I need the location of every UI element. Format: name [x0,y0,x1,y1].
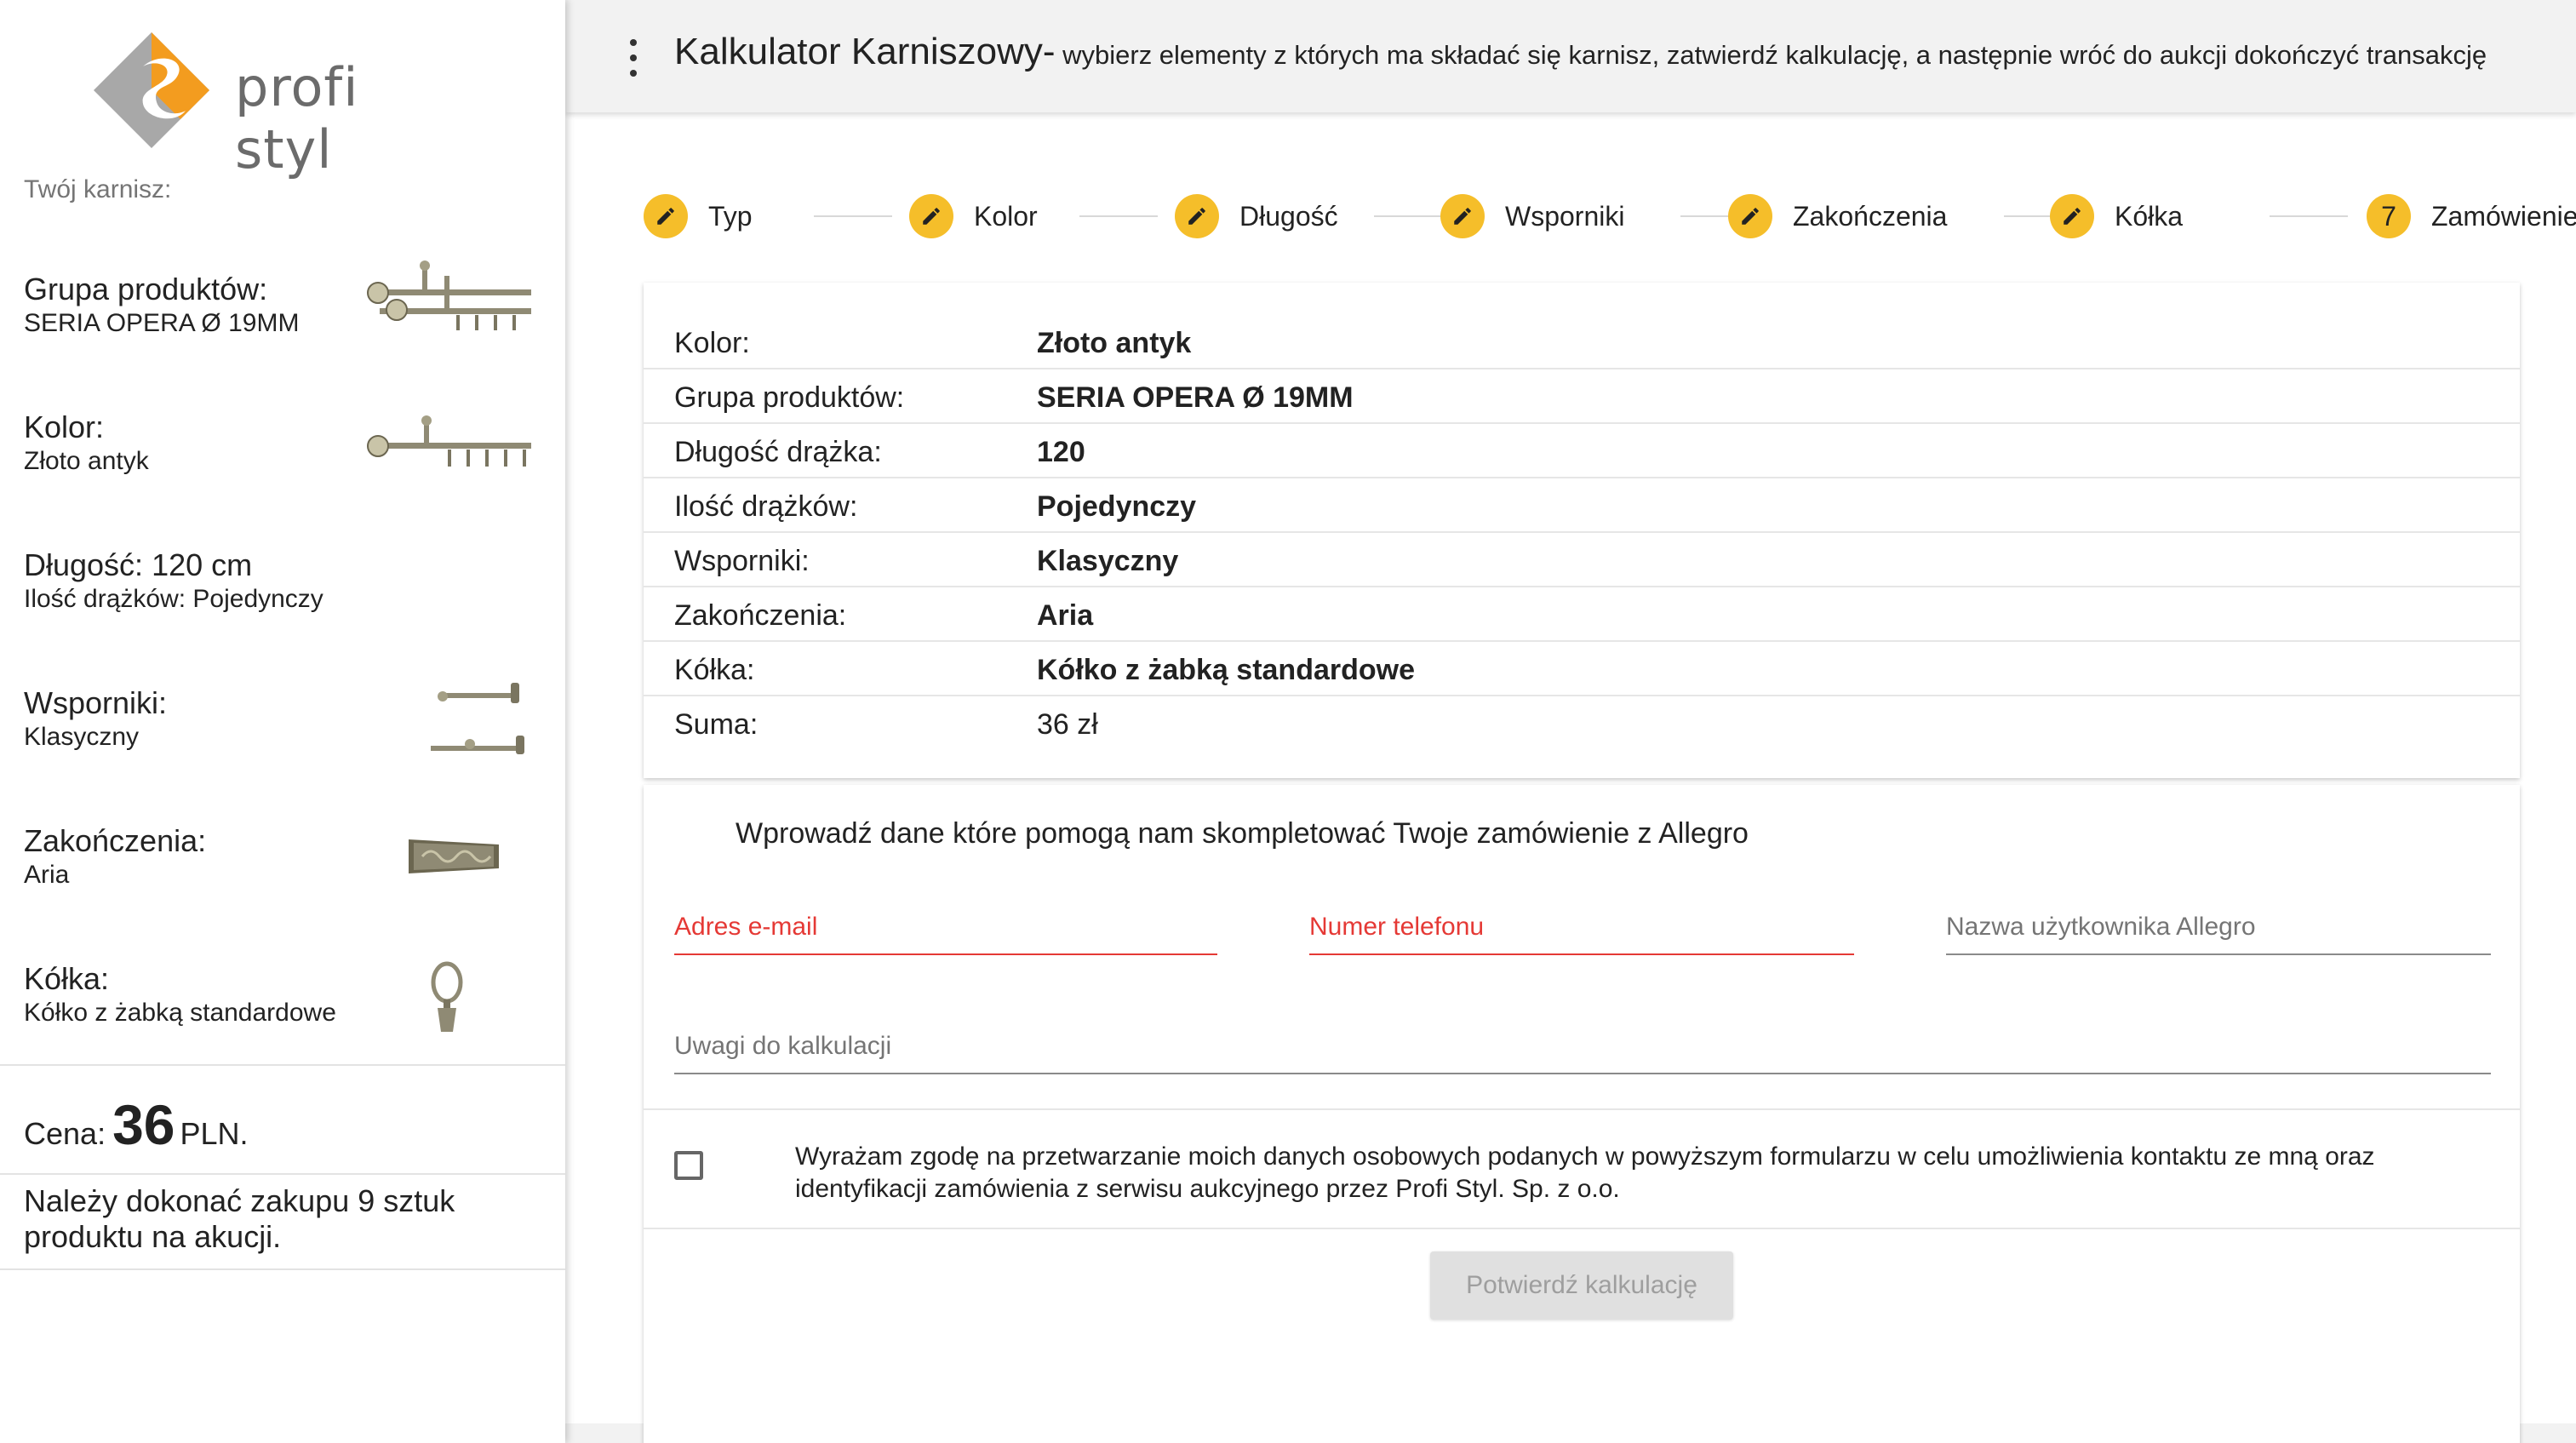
rod-single-thumbnail [367,415,531,467]
field-underline [1309,953,1854,955]
main-content: Typ Kolor Długość Wsporniki Zakończenia [565,112,2576,1443]
summary-value: Aria [1037,599,1094,632]
summary-key: Długość drążka: [674,436,882,468]
summary-row: Kolor: Złoto antyk [644,315,2520,369]
summary-row: Zakończenia: Aria [644,587,2520,642]
step-label: Kółka [2115,200,2184,232]
summary-value: Kółko z żabką standardowe [1037,654,1415,686]
summary-key: Zakończenia: [674,599,847,632]
ring-thumbnail [431,961,463,1032]
sidebar: profi styl Twój karnisz: Grupa produktów… [0,0,565,1443]
pencil-icon [1728,194,1772,238]
brand-name: profi styl [235,56,359,180]
sidebar-divider [0,1268,565,1270]
page-title-main: Kalkulator Karniszowy- [674,31,1056,72]
step-color[interactable]: Kolor [909,191,1038,242]
confirm-calculation-button[interactable]: Potwierdź kalkulację [1430,1251,1733,1320]
step-connector [2270,215,2348,217]
divider [644,1108,2520,1110]
summary-row: Wsporniki: Klasyczny [644,533,2520,587]
field-underline [674,1073,2491,1074]
step-connector [814,215,892,217]
rod-double-thumbnail [367,261,531,330]
summary-value: Pojedynczy [1037,490,1197,523]
sidebar-divider [0,1064,565,1066]
sidebar-divider [0,1173,565,1175]
step-label: Długość [1239,200,1338,232]
order-form: Wprowadź dane które pomogą nam skompleto… [644,785,2520,1443]
field-underline [1946,953,2491,955]
more-menu-icon[interactable] [625,39,642,77]
summary-key: Suma: [674,708,758,741]
page-title: Kalkulator Karniszowy- wybierz elementy … [674,31,2487,73]
step-finials[interactable]: Zakończenia [1728,191,1947,242]
step-length[interactable]: Długość [1175,191,1338,242]
summary-value: Klasyczny [1037,545,1179,577]
bracket-thumbnail [431,683,524,754]
divider [644,1228,2520,1229]
summary-key: Kółka: [674,654,755,686]
step-brackets[interactable]: Wsporniki [1440,191,1624,242]
allegro-username-field[interactable]: Nazwa użytkownika Allegro [1946,896,2491,955]
phone-field[interactable]: Numer telefonu [1309,896,1854,955]
sidebar-heading: Twój karnisz: [24,175,172,203]
pencil-icon [2050,194,2094,238]
field-underline [674,953,1217,955]
pencil-icon [644,194,688,238]
phone-field-label: Numer telefonu [1309,913,1485,941]
allegro-username-label: Nazwa użytkownika Allegro [1946,913,2256,941]
sidebar-item-length: Długość: 120 cm Ilość drążków: Pojedyncz… [24,547,543,649]
step-label: Zakończenia [1793,200,1948,232]
step-label: Typ [708,200,753,232]
price: Cena: 36 PLN. [24,1092,249,1157]
header: Kalkulator Karniszowy- wybierz elementy … [565,0,2576,112]
summary-row: Kółka: Kółko z żabką standardowe [644,642,2520,696]
step-label: Wsporniki [1505,200,1625,232]
step-rings[interactable]: Kółka [2050,191,2183,242]
consent-checkbox[interactable] [674,1151,703,1180]
summary-key: Ilość drążków: [674,490,858,523]
notes-field-label: Uwagi do kalkulacji [674,1032,892,1060]
stepper: Typ Kolor Długość Wsporniki Zakończenia [644,191,2576,242]
consent-text: Wyrażam zgodę na przetwarzanie moich dan… [795,1142,2375,1203]
notes-field[interactable]: Uwagi do kalkulacji [674,1015,2491,1074]
price-value: 36 [112,1093,175,1156]
email-field-label: Adres e-mail [674,913,818,941]
sidebar-item-title: Długość: 120 cm [24,547,253,582]
summary-value: Złoto antyk [1037,327,1192,359]
email-field[interactable]: Adres e-mail [674,896,1217,955]
form-intro: Wprowadź dane które pomogą nam skompleto… [736,817,1749,850]
summary-value: 120 [1037,436,1085,468]
summary-card: Kolor: Złoto antyk Grupa produktów: SERI… [644,283,2520,778]
step-label: Zamówienie [2431,200,2576,232]
summary-row: Długość drążka: 120 [644,424,2520,478]
finial-thumbnail [409,839,499,873]
brand-logo: profi styl [92,26,467,180]
pencil-icon [1175,194,1219,238]
summary-key: Kolor: [674,327,750,359]
sidebar-item-value: Ilość drążków: Pojedynczy [24,585,323,613]
step-label: Kolor [974,200,1038,232]
pencil-icon [1440,194,1485,238]
summary-value: SERIA OPERA Ø 19MM [1037,381,1354,414]
step-order[interactable]: 7 Zamówienie [2367,191,2576,242]
summary-row: Ilość drążków: Pojedynczy [644,478,2520,533]
step-number: 7 [2367,194,2411,238]
pencil-icon [909,194,953,238]
summary-row: Grupa produktów: SERIA OPERA Ø 19MM [644,369,2520,424]
summary-row: Suma: 36 zł [644,696,2520,751]
page-subtitle: wybierz elementy z których ma składać si… [1055,40,2487,70]
price-currency: PLN. [180,1116,249,1151]
summary-key: Wsporniki: [674,545,810,577]
summary-total: 36 zł [1037,708,1098,741]
purchase-notice: Należy dokonać zakupu 9 sztuk produktu n… [24,1183,455,1254]
summary-key: Grupa produktów: [674,381,905,414]
logo-icon [94,32,209,148]
step-type[interactable]: Typ [644,191,753,242]
price-label: Cena: [24,1116,106,1151]
step-connector [1079,215,1158,217]
